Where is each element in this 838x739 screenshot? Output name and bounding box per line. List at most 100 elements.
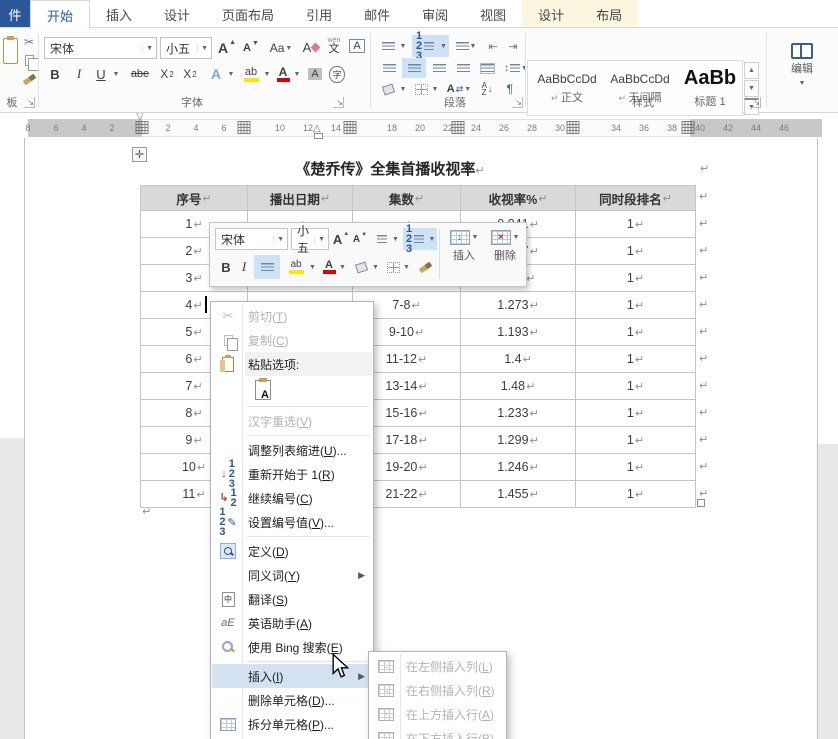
menu-item[interactable]: 中翻译(S)	[212, 587, 372, 611]
minibar-font-color-button[interactable]: A	[320, 257, 338, 277]
minibar-shrink-font-button[interactable]: A▼	[351, 230, 369, 248]
table-header-cell[interactable]: 播出日期↵	[248, 186, 353, 211]
minibar-bullets-dropdown[interactable]: ▼	[391, 229, 400, 249]
minibar-highlight-dropdown[interactable]: ▼	[308, 257, 317, 277]
table-column-marker[interactable]	[238, 121, 251, 134]
menu-item[interactable]: 粘贴选项:	[212, 352, 372, 376]
table-cell[interactable]: 1↵	[576, 481, 696, 508]
change-case-button[interactable]: Aa▼	[266, 38, 296, 58]
table-cell[interactable]: 1.233↵	[461, 400, 576, 427]
borders-button[interactable]	[412, 80, 430, 98]
copy-button[interactable]	[21, 52, 37, 68]
numbering-button[interactable]: 123	[412, 35, 438, 57]
minibar-insert-button[interactable]: ↓▼ 插入	[444, 227, 484, 282]
table-header-cell[interactable]: 集数↵	[353, 186, 461, 211]
tab-视图[interactable]: 视图	[464, 0, 522, 28]
tab-插入[interactable]: 插入	[90, 0, 148, 28]
minibar-format-painter-button[interactable]	[415, 258, 435, 276]
font-color-button[interactable]: A	[274, 64, 292, 84]
decrease-indent-button[interactable]: ⇤	[484, 36, 502, 56]
table-cell[interactable]: 1↵	[576, 265, 696, 292]
dialog-launcher-clipboard[interactable]: ↘	[24, 97, 35, 108]
hanging-indent-marker[interactable]: △	[313, 125, 321, 133]
justify-button[interactable]	[452, 59, 474, 77]
distribute-button[interactable]	[476, 59, 498, 77]
left-indent-marker[interactable]	[314, 133, 323, 139]
editing-group-button[interactable]: 编辑 ▼	[782, 34, 822, 96]
minibar-grow-font-button[interactable]: A▲	[332, 230, 350, 248]
menu-item[interactable]: ↓123重新开始于 1(R)	[212, 462, 372, 486]
highlight-color-dropdown[interactable]: ▼	[262, 64, 272, 84]
bullets-dropdown[interactable]: ▼	[398, 36, 408, 56]
minibar-center-button[interactable]	[254, 255, 280, 279]
table-cell[interactable]: 1.193↵	[461, 319, 576, 346]
table-cell[interactable]: 1.4↵	[461, 346, 576, 373]
table-column-marker[interactable]	[136, 121, 149, 134]
tab-设计[interactable]: 设计	[522, 0, 580, 28]
tab-邮件[interactable]: 邮件	[348, 0, 406, 28]
enclose-characters-button[interactable]: 字	[327, 64, 347, 84]
table-cell[interactable]: 1↵	[576, 211, 696, 238]
shading-dropdown[interactable]: ▼	[398, 80, 408, 98]
table-resize-handle[interactable]	[697, 499, 705, 507]
menu-item[interactable]: 同义词(Y)▶	[212, 563, 372, 587]
table-cell[interactable]: 1↵	[576, 427, 696, 454]
table-cell[interactable]: 1.455↵	[461, 481, 576, 508]
minibar-bullets-button[interactable]	[372, 229, 392, 249]
tab-引用[interactable]: 引用	[290, 0, 348, 28]
superscript-button[interactable]: X2	[180, 64, 200, 84]
minibar-shading-dropdown[interactable]: ▼	[371, 257, 380, 277]
menu-item[interactable]: 123✎设置编号值(V)...	[212, 510, 372, 534]
table-cell[interactable]: 1.246↵	[461, 454, 576, 481]
ribbon-size-select[interactable]: 小五▼	[160, 37, 212, 59]
minibar-borders-dropdown[interactable]: ▼	[402, 257, 411, 277]
minibar-font-color-dropdown[interactable]: ▼	[338, 257, 347, 277]
tab-布局[interactable]: 布局	[580, 0, 638, 28]
table-header-cell[interactable]: 收视率%↵	[461, 186, 576, 211]
increase-indent-button[interactable]: ⇥	[504, 36, 522, 56]
tab-页面布局[interactable]: 页面布局	[206, 0, 290, 28]
style-正文[interactable]: AaBbCcDd↵ 正文	[532, 61, 602, 115]
dialog-launcher-font[interactable]: ↘	[333, 97, 344, 108]
table-cell[interactable]: 1↵	[576, 292, 696, 319]
dialog-launcher-styles[interactable]: ↘	[750, 97, 761, 108]
character-border-button[interactable]: A	[347, 36, 367, 56]
format-painter-button[interactable]	[20, 71, 38, 87]
table-cell[interactable]: 1↵	[576, 454, 696, 481]
tab-开始[interactable]: 开始	[30, 0, 90, 29]
align-center-button[interactable]	[402, 58, 426, 78]
minibar-delete-button[interactable]: ×▼ 删除	[485, 227, 525, 282]
multilevel-list-button[interactable]: ▼	[453, 36, 479, 56]
paste-keep-text-only-button[interactable]	[250, 377, 276, 403]
underline-button[interactable]: U	[92, 64, 110, 84]
menu-item[interactable]: aE英语助手(A)	[212, 611, 372, 635]
menu-item[interactable]: 定义(D)	[212, 539, 372, 563]
table-cell[interactable]: 1.48↵	[461, 373, 576, 400]
tab-审阅[interactable]: 审阅	[406, 0, 464, 28]
table-cell[interactable]: 1↵	[576, 400, 696, 427]
minibar-shading-button[interactable]	[351, 257, 371, 277]
highlight-color-button[interactable]: ab	[240, 64, 262, 84]
menu-item[interactable]: 拆分单元格(P)...	[212, 712, 372, 736]
paste-button[interactable]	[1, 33, 20, 69]
align-left-button[interactable]	[378, 59, 400, 77]
table-cell[interactable]: 1↵	[576, 238, 696, 265]
table-column-marker[interactable]	[567, 121, 580, 134]
align-right-button[interactable]	[428, 59, 450, 77]
table-cell[interactable]: 1↵	[576, 346, 696, 373]
strikethrough-button[interactable]: abe	[126, 64, 154, 84]
table-cell[interactable]: 1.299↵	[461, 427, 576, 454]
numbering-dropdown[interactable]: ▼	[438, 35, 449, 57]
table-header-cell[interactable]: 序号↵	[141, 186, 248, 211]
style-gallery-scroll-up[interactable]: ▲	[744, 62, 759, 79]
table-column-marker[interactable]	[452, 121, 465, 134]
character-shading-button[interactable]: A	[306, 64, 324, 84]
text-effects-dropdown[interactable]: ▼	[226, 64, 236, 84]
clear-formatting-button[interactable]: A	[300, 36, 322, 58]
grow-font-button[interactable]: A▲	[216, 38, 238, 58]
style-标题 1[interactable]: AaBb标题 1	[678, 61, 742, 115]
minibar-highlight-button[interactable]: ab	[284, 257, 308, 277]
table-move-handle[interactable]: ✛	[132, 147, 147, 162]
subscript-button[interactable]: X2	[157, 64, 177, 84]
bullets-button[interactable]	[378, 36, 398, 56]
